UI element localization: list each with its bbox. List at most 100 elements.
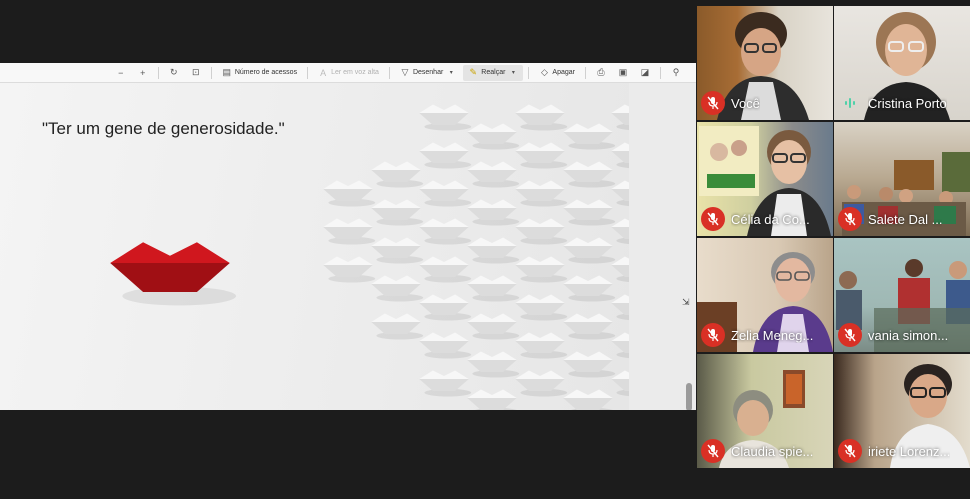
participant-label: Salete Dal ... [838,207,966,231]
participant-name: Claudia spie... [731,443,814,459]
paper-boat [563,237,616,264]
participant-tile[interactable]: Você [697,6,833,120]
paper-boat [419,332,472,359]
paper-boat [515,294,568,321]
mic-muted-icon [701,439,725,463]
erase-button[interactable]: ◇ Apagar [534,65,580,81]
save-as-icon: ◪ [640,67,650,77]
participant-name: Você [731,95,760,111]
participant-tile[interactable]: Célia da Co... [697,122,833,236]
paper-boat [611,104,629,131]
participant-label: iriete Lorenz... [838,439,966,463]
highlight-icon: ✎ [469,67,478,77]
paper-boat [515,180,568,207]
presentation-slide: "Ter um gene de generosidade." [0,83,629,410]
highlight-label: Realçar [481,69,506,76]
pin-icon: ⚲ [672,67,680,77]
participant-name: Cristina Porto [868,95,947,111]
participant-tile[interactable]: Salete Dal ... [834,122,970,236]
plus-icon: + [140,67,146,78]
paper-boat [467,389,517,410]
participant-tile[interactable]: Zelia Meneg... [697,238,833,352]
zoom-out-button[interactable]: − [111,65,131,81]
scrollbar-track[interactable] [629,83,696,410]
mic-muted-icon [838,207,862,231]
mouse-cursor-icon: ⇲ [682,297,690,307]
page-view-icon: ▤ [222,67,232,77]
paper-boat [419,104,472,131]
participant-label: Célia da Co... [701,207,829,231]
draw-button[interactable]: ▽ Desenhar ▾ [395,65,461,81]
participant-label: Zelia Meneg... [701,323,829,347]
paper-boat [467,161,520,188]
draw-label: Desenhar [412,69,444,76]
toolbar-divider [660,66,661,79]
audio-level-icon [838,91,862,115]
erase-label: Apagar [552,69,575,76]
participant-label: vania simon... [838,323,966,347]
scrollbar-thumb[interactable] [686,383,692,410]
participant-label: Você [701,91,829,115]
page-view-label: Número de acessos [234,69,298,76]
participant-name: Salete Dal ... [868,211,943,227]
participant-tile[interactable]: Claudia spie... [697,354,833,468]
participant-name: Zelia Meneg... [731,327,814,343]
toolbar-divider [210,66,212,79]
save-button[interactable]: ▣ [613,65,633,81]
fit-page-button[interactable]: ⊡ [186,65,206,81]
paper-boat [467,237,520,264]
paper-boat [515,256,568,283]
paper-boat [563,351,616,378]
paper-boat [467,313,520,340]
toolbar-divider [388,66,390,79]
paper-boat [323,256,376,283]
shared-screen: − + ↻ ⊡ ▤ Número de acessos A Ler em voz a… [0,63,696,410]
mic-muted-icon [838,439,862,463]
paper-boat [419,370,472,397]
paper-boat [467,351,520,378]
mic-muted-icon [701,207,725,231]
paper-boat [563,275,616,302]
paper-boat [371,161,424,188]
paper-boat [515,370,568,397]
paper-boat [371,237,424,264]
pdf-toolbar: − + ↻ ⊡ ▤ Número de acessos A Ler em voz a… [0,63,696,83]
participant-tile[interactable]: Cristina Porto [834,6,970,120]
paper-boat [419,142,472,169]
participant-label: Claudia spie... [701,439,829,463]
paper-boats-illustration [110,104,629,410]
video-call-window: − + ↻ ⊡ ▤ Número de acessos A Ler em voz a… [0,0,970,499]
page-view-button[interactable]: ▤ Número de acessos [217,65,302,81]
paper-boat [467,123,520,150]
save-as-button[interactable]: ◪ [635,65,655,81]
paper-boat [563,161,616,188]
toolbar-divider [157,66,159,79]
read-aloud-label: Ler em voz alta [331,69,379,76]
highlight-button[interactable]: ✎ Realçar ▾ [463,64,524,81]
chevron-down-icon: ▾ [449,70,453,76]
toolbar-divider [585,66,586,79]
rotate-button[interactable]: ↻ [164,65,184,81]
pin-button[interactable]: ⚲ [666,65,686,81]
paper-boat [419,256,472,283]
eraser-icon: ◇ [540,67,548,77]
mic-muted-icon [701,91,725,115]
mic-muted-icon [701,323,725,347]
zoom-in-button[interactable]: + [133,65,153,81]
paper-boat [419,294,472,321]
red-paper-boat [110,242,237,306]
paper-boat [467,199,520,226]
paper-boat [515,142,568,169]
fit-page-icon: ⊡ [192,67,200,77]
paper-boat [563,313,616,340]
draw-icon: ▽ [401,67,409,77]
read-aloud-button[interactable]: A Ler em voz alta [313,65,384,81]
print-button[interactable]: ⎙ [591,65,611,81]
paper-boat [323,180,376,207]
participant-tile[interactable]: vania simon... [834,238,970,352]
participant-tile[interactable]: iriete Lorenz... [834,354,970,468]
paper-boat [515,332,568,359]
read-aloud-icon: A [320,67,327,78]
participant-name: Célia da Co... [731,211,810,227]
paper-boat [467,275,520,302]
